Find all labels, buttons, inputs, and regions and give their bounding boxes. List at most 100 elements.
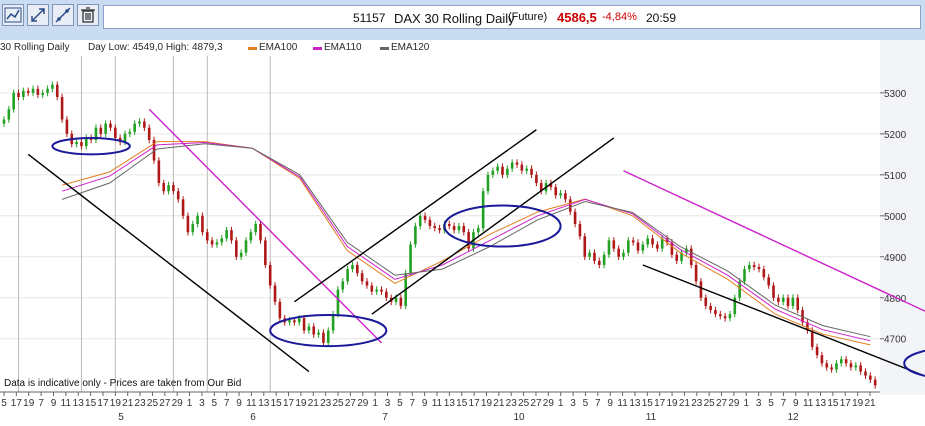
legend-day-range: Day Low: 4549,0 High: 4879,3 xyxy=(88,42,223,53)
candle-body xyxy=(31,88,35,93)
x-tick-label: 21 xyxy=(864,398,876,409)
candle-body xyxy=(501,166,504,175)
candle-body xyxy=(452,226,456,231)
candle-body xyxy=(215,242,219,245)
candle-body xyxy=(704,297,708,306)
candle-body xyxy=(752,264,756,268)
candle-body xyxy=(394,297,398,302)
legend-instrument: 30 Rolling Daily xyxy=(0,42,70,53)
y-tick-label: 5000 xyxy=(884,212,907,223)
candle-body xyxy=(694,264,698,282)
candle-body xyxy=(26,90,30,93)
candle-body xyxy=(201,215,204,233)
candle-body xyxy=(748,264,751,270)
candle-body xyxy=(205,232,209,241)
candle-body xyxy=(864,371,867,376)
legend-ema120: EMA120 xyxy=(391,42,430,53)
y-tick-label: 5100 xyxy=(884,171,907,182)
candle-body xyxy=(457,226,461,231)
candle-body xyxy=(409,244,412,274)
candle-body xyxy=(317,332,320,335)
candle-body xyxy=(104,123,107,134)
candle-body xyxy=(428,219,432,227)
x-tick-label: 19 xyxy=(295,398,307,409)
candle-body xyxy=(264,240,267,265)
x-tick-label: 17 xyxy=(283,398,295,409)
x-tick-label: 7 xyxy=(781,398,787,409)
candle-body xyxy=(356,264,359,274)
x-tick-label: 9 xyxy=(51,398,57,409)
x-tick-label: 25 xyxy=(704,398,716,409)
candle-body xyxy=(496,166,499,171)
candle-body xyxy=(254,224,257,233)
candle-body xyxy=(709,305,712,311)
x-tick-label: 7 xyxy=(38,398,44,409)
candle-body xyxy=(714,310,717,315)
candle-body xyxy=(617,248,620,257)
candle-body xyxy=(278,301,282,319)
candle-body xyxy=(573,211,577,224)
candle-body xyxy=(360,273,364,282)
candle-body xyxy=(302,318,306,331)
candle-body xyxy=(375,289,378,292)
candle-body xyxy=(796,297,800,311)
candle-body xyxy=(326,330,330,343)
candle-body xyxy=(297,318,301,323)
candle-body xyxy=(433,226,437,229)
candle-body xyxy=(181,199,185,216)
x-tick-label: 17 xyxy=(11,398,23,409)
candle-body xyxy=(559,193,562,196)
x-tick-label: 27 xyxy=(345,398,357,409)
candle-body xyxy=(781,297,785,302)
x-tick-label: 23 xyxy=(320,398,332,409)
candle-body xyxy=(380,289,383,292)
candle-body xyxy=(447,224,451,227)
candle-body xyxy=(157,160,161,184)
x-tick-label: 13 xyxy=(444,398,456,409)
x-tick-label: 1 xyxy=(558,398,564,409)
x-tick-label: 21 xyxy=(679,398,691,409)
candle-body xyxy=(268,264,272,286)
x-tick-label: 5 xyxy=(212,398,218,409)
x-tick-label: 11 xyxy=(246,398,257,409)
candle-body xyxy=(385,291,388,298)
candle-body xyxy=(7,109,11,120)
x-tick-label: 3 xyxy=(385,398,391,409)
candle-body xyxy=(835,363,838,370)
x-tick-label: 9 xyxy=(422,398,428,409)
candle-body xyxy=(65,119,69,134)
candle-body xyxy=(656,244,659,249)
candle-body xyxy=(51,84,54,89)
candle-body xyxy=(273,285,277,302)
candle-body xyxy=(336,289,340,315)
y-tick-label: 4900 xyxy=(884,253,907,264)
candle-body xyxy=(46,88,49,93)
candle-body xyxy=(55,84,59,97)
month-label: 6 xyxy=(250,412,256,423)
candle-body xyxy=(293,320,296,323)
x-tick-label: 29 xyxy=(357,398,369,409)
y-tick-label: 5200 xyxy=(884,130,907,141)
x-tick-label: 17 xyxy=(469,398,481,409)
candle-body xyxy=(631,240,635,243)
candle-body xyxy=(462,226,466,233)
candle-body xyxy=(346,269,349,282)
candle-body xyxy=(239,252,243,257)
candle-body xyxy=(636,242,640,251)
candle-body xyxy=(651,238,654,245)
candle-body xyxy=(351,264,354,270)
candle-body xyxy=(810,330,814,347)
candle-body xyxy=(830,367,833,370)
x-tick-label: 17 xyxy=(97,398,109,409)
x-tick-label: 21 xyxy=(308,398,320,409)
candle-body xyxy=(525,168,528,171)
candle-body xyxy=(675,254,679,261)
candle-body xyxy=(849,363,853,368)
candle-body xyxy=(225,230,228,239)
x-tick-label: 19 xyxy=(666,398,678,409)
candle-body xyxy=(510,162,514,169)
candle-body xyxy=(728,314,732,319)
x-tick-label: 13 xyxy=(73,398,85,409)
x-tick-label: 29 xyxy=(172,398,184,409)
candle-body xyxy=(143,121,146,128)
